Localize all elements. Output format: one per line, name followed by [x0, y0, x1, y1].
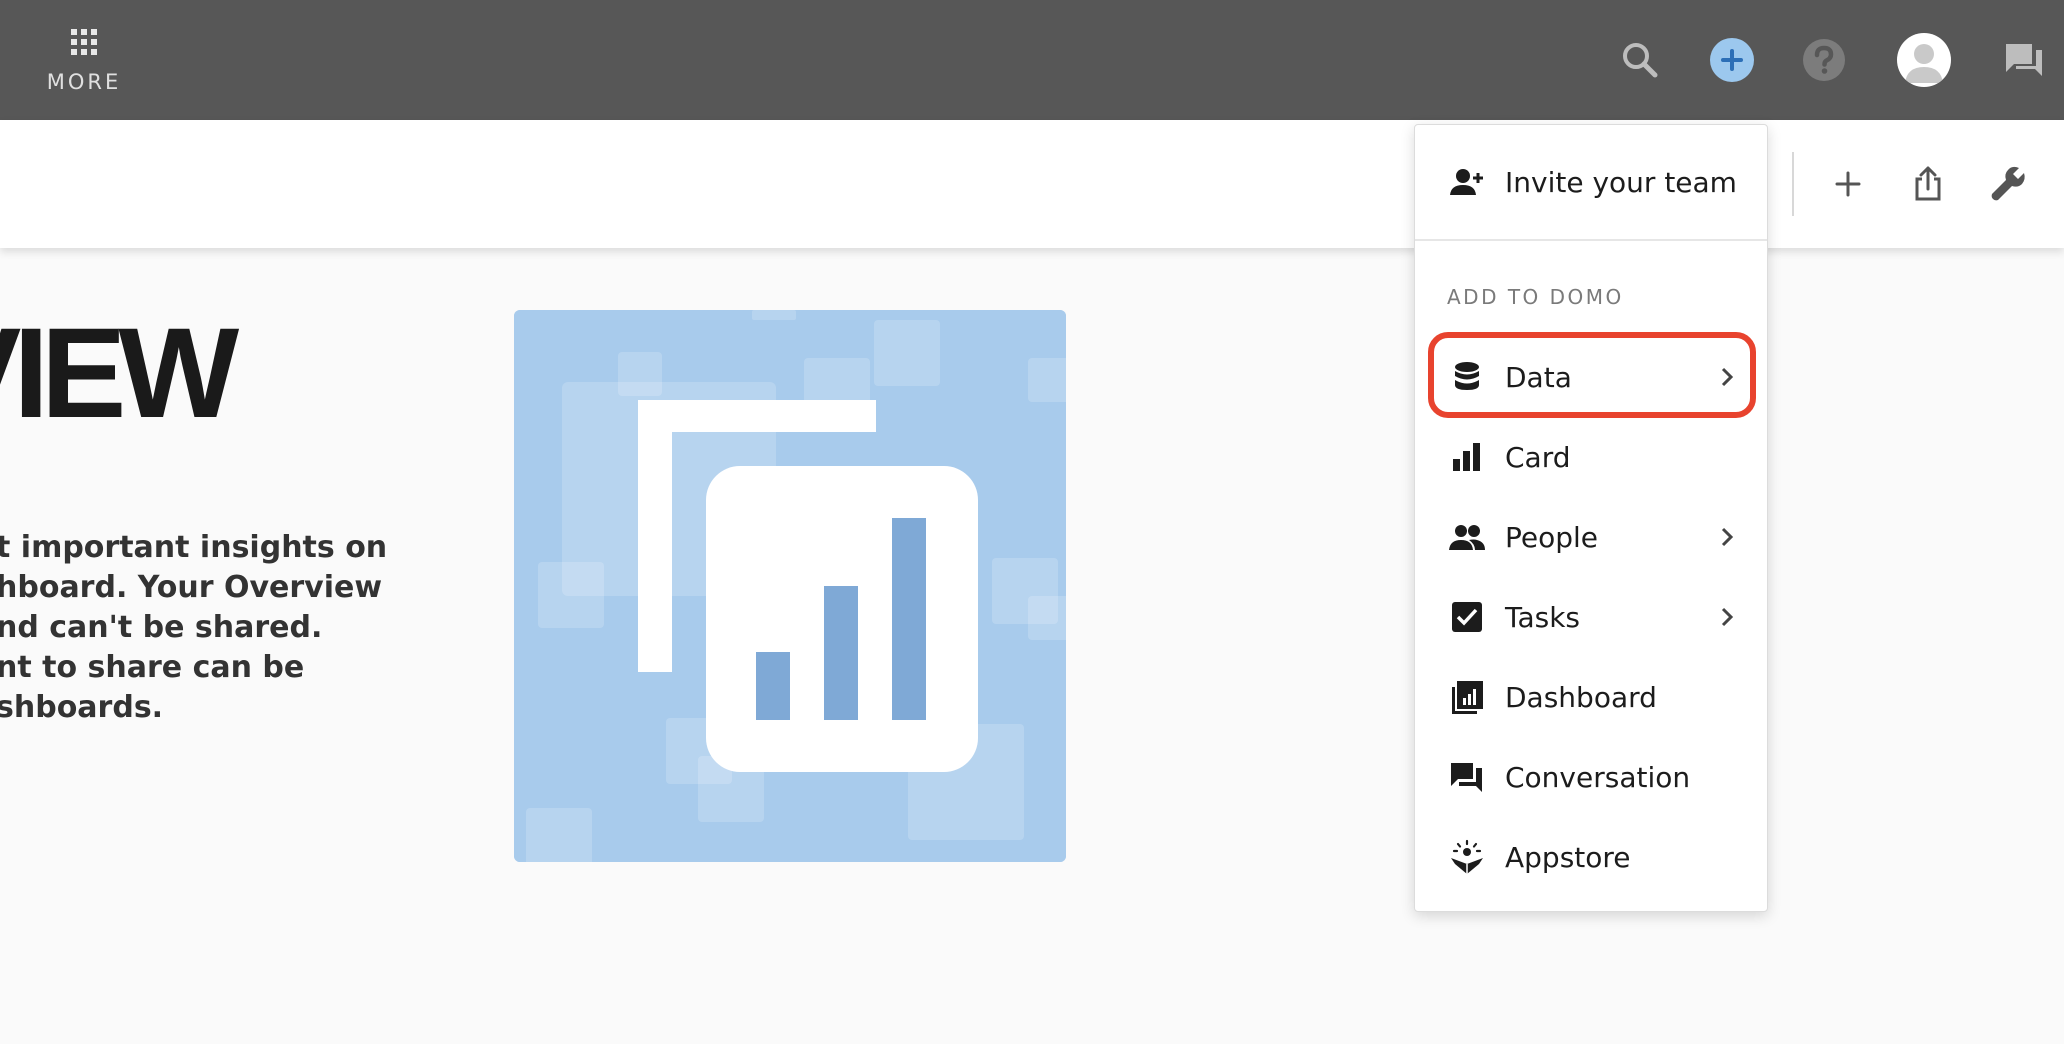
overview-illustration — [514, 310, 1066, 862]
plus-icon — [1835, 171, 1861, 197]
bar-chart-icon — [1449, 439, 1485, 475]
chat-icon — [2006, 44, 2042, 76]
description-line: shboards. — [0, 690, 164, 725]
help-icon — [1803, 39, 1845, 81]
profile-button[interactable] — [1896, 32, 1952, 88]
add-icon — [1710, 38, 1754, 82]
wrench-icon — [1991, 166, 2025, 201]
search-button[interactable] — [1612, 32, 1668, 88]
share-button[interactable] — [1902, 158, 1954, 210]
top-navigation-bar: MORE — [0, 0, 2064, 120]
section-title: ADD TO DOMO — [1447, 285, 1624, 309]
menu-item-dashboard[interactable]: Dashboard — [1415, 657, 1767, 737]
page-title: VIEW — [0, 302, 239, 445]
invite-team-item[interactable]: Invite your team — [1415, 125, 1767, 239]
chat-button[interactable] — [1996, 32, 2052, 88]
dropdown-divider — [1415, 239, 1767, 241]
search-icon — [1623, 43, 1658, 78]
menu-item-label: Appstore — [1505, 840, 1631, 874]
more-label: MORE — [46, 70, 122, 94]
more-menu-button[interactable]: MORE — [40, 26, 128, 102]
chevron-right-icon — [1713, 523, 1741, 551]
invite-team-label: Invite your team — [1505, 165, 1737, 199]
menu-item-card[interactable]: Card — [1415, 417, 1767, 497]
menu-item-people[interactable]: People — [1415, 497, 1767, 577]
description-line: t important insights on — [0, 530, 388, 565]
conversation-icon — [1449, 759, 1485, 795]
toolbar-divider — [1792, 152, 1794, 216]
menu-item-tasks[interactable]: Tasks — [1415, 577, 1767, 657]
settings-button[interactable] — [1982, 158, 2034, 210]
menu-item-label: Dashboard — [1505, 680, 1657, 714]
grid-icon — [71, 29, 97, 55]
menu-item-label: Card — [1505, 440, 1571, 474]
people-icon — [1449, 519, 1485, 555]
add-button[interactable] — [1704, 32, 1760, 88]
highlight-box — [1428, 332, 1756, 418]
menu-item-conversation[interactable]: Conversation — [1415, 737, 1767, 817]
add-card-button[interactable] — [1822, 158, 1874, 210]
share-icon — [1915, 166, 1941, 201]
checkbox-icon — [1449, 599, 1485, 635]
help-button[interactable] — [1796, 32, 1852, 88]
avatar — [1897, 33, 1951, 87]
menu-item-label: Tasks — [1505, 600, 1581, 634]
description-line: nd can't be shared. — [0, 610, 323, 645]
person-add-icon — [1449, 164, 1485, 200]
chevron-right-icon — [1713, 603, 1741, 631]
menu-item-label: People — [1505, 520, 1599, 554]
description-line: hboard. Your Overview — [0, 570, 383, 605]
appstore-icon — [1449, 839, 1485, 875]
menu-item-label: Conversation — [1505, 760, 1691, 794]
description-line: nt to share can be — [0, 650, 305, 685]
add-menu-dropdown: Invite your team ADD TO DOMO Data Card P… — [1414, 124, 1768, 912]
dashboard-icon — [1449, 679, 1485, 715]
menu-item-appstore[interactable]: Appstore — [1415, 817, 1767, 897]
